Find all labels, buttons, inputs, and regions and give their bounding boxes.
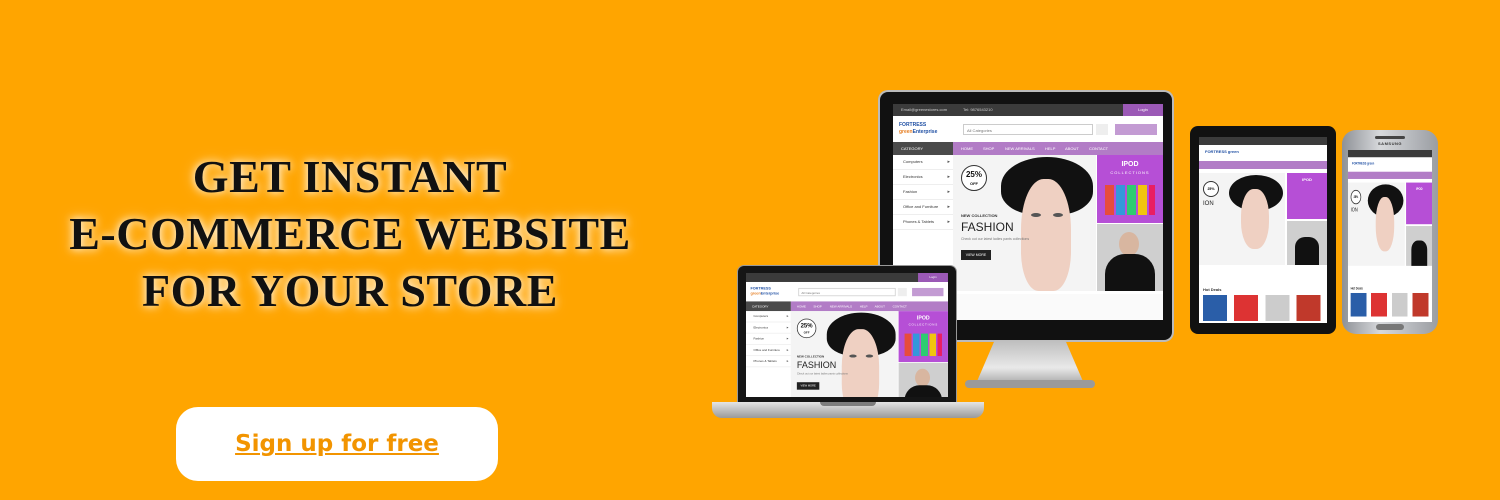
laptop-site-preview: Login FORTRESS greenEnterprise All Categ… xyxy=(746,273,948,397)
headline-line-1: GET INSTANT xyxy=(192,151,508,202)
site-categories: Computers Electronics Fashion Office and… xyxy=(893,155,954,245)
signup-button-label: Sign up for free xyxy=(235,431,439,457)
ipod-promo: IPOD COLLECTIONS xyxy=(1097,155,1163,223)
tablet-site-preview: FORTRESS green 25% ION IPOD Hot Deals xyxy=(1199,137,1327,323)
hero-view-more: VIEW MORE xyxy=(961,250,991,260)
site-login: Login xyxy=(1123,104,1163,116)
phone-screen: FORTRESS green 25% ION IPOD Hot Deals xyxy=(1348,150,1432,322)
phone-brand: SAMSUNG xyxy=(1378,141,1402,146)
site-phone: Tel: 9876543210 xyxy=(963,107,993,112)
site-menu-item: ABOUT xyxy=(1065,146,1079,151)
site-search-icon xyxy=(1096,124,1108,135)
site-category-item: Computers xyxy=(893,155,953,170)
site-category-bar: CATEGORY xyxy=(893,142,953,155)
model-eye xyxy=(1031,213,1041,217)
site-cart-icon xyxy=(1115,124,1157,135)
site-menu-item: SHOP xyxy=(983,146,995,151)
phone-site-preview: FORTRESS green 25% ION IPOD Hot Deals xyxy=(1348,150,1432,322)
monitor-base xyxy=(965,380,1095,388)
model-face xyxy=(1021,179,1071,291)
headline-line-3: FOR YOUR STORE xyxy=(142,265,558,316)
laptop-notch xyxy=(820,402,876,406)
site-logo: FORTRESS greenEnterprise xyxy=(899,122,938,135)
site-menu: HOME SHOP NEW ARRIVALS HELP ABOUT CONTAC… xyxy=(953,142,1163,155)
headline-line-2: E-COMMERCE WEBSITE xyxy=(69,208,631,259)
headline: GET INSTANT E-COMMERCE WEBSITE FOR YOUR … xyxy=(40,148,660,319)
hero-kicker: NEW COLLECTION xyxy=(961,213,998,218)
model-eye xyxy=(1053,213,1063,217)
site-search: All Categories xyxy=(963,124,1093,135)
man-promo xyxy=(1097,224,1163,291)
hero-subtitle: Check out our latest ladies pants collec… xyxy=(961,237,1030,241)
tablet-screen: FORTRESS green 25% ION IPOD Hot Deals xyxy=(1199,137,1327,323)
ipods-image xyxy=(1105,185,1155,215)
phone-speaker xyxy=(1375,136,1405,139)
hero-title: FASHION xyxy=(961,220,1014,234)
laptop-screen: Login FORTRESS greenEnterprise All Categ… xyxy=(746,273,948,397)
site-category-item: Phones & Tablets xyxy=(893,215,953,230)
signup-button[interactable]: Sign up for free xyxy=(176,407,498,481)
site-category-item: Fashion xyxy=(893,185,953,200)
site-hero: 25% OFF NEW COLLECTION FASHION Check out … xyxy=(953,155,1096,291)
site-category-item: Electronics xyxy=(893,170,953,185)
site-menu-item: NEW ARRIVALS xyxy=(1005,146,1035,151)
banner: GET INSTANT E-COMMERCE WEBSITE FOR YOUR … xyxy=(0,0,1500,500)
phone-home-button xyxy=(1376,324,1404,330)
hot-deals-label: Hot Deals xyxy=(1203,287,1222,292)
site-category-item: Office and Furniture xyxy=(893,200,953,215)
site-menu-item: HELP xyxy=(1045,146,1056,151)
discount-badge: 25% OFF xyxy=(961,165,987,191)
site-menu-item: CONTACT xyxy=(1089,146,1109,151)
site-email: Email@greenestores.com xyxy=(901,107,948,112)
site-menu-item: HOME xyxy=(961,146,973,151)
hot-deals-products xyxy=(1203,295,1323,321)
